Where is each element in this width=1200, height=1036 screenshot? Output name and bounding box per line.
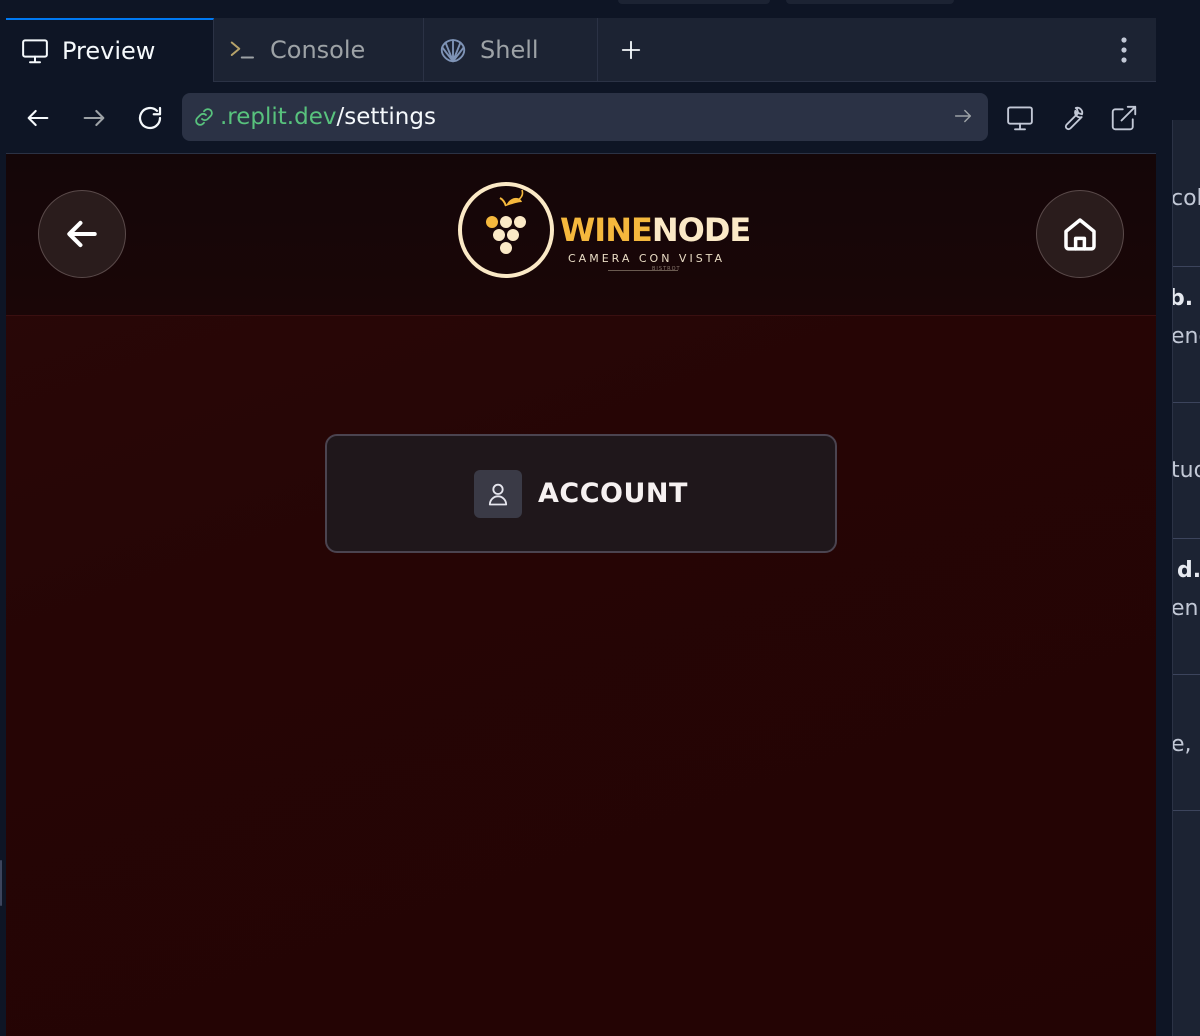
logo-wordmark: WINENODE — [560, 211, 751, 249]
resize-handle[interactable] — [0, 860, 2, 906]
side-panel: colo b. enc tud d. enu e, — [1172, 120, 1200, 1036]
kebab-menu-icon — [1121, 37, 1127, 63]
url-host: .replit.dev — [220, 104, 337, 130]
logo: WINENODE CAMERA CON VISTA BISTROT — [458, 182, 751, 282]
arrow-left-icon — [27, 109, 49, 127]
app-viewport: WINENODE CAMERA CON VISTA BISTROT ACCOUN… — [6, 154, 1156, 1036]
url-path: /settings — [336, 104, 436, 130]
account-label: ACCOUNT — [538, 478, 688, 509]
logo-tagline: BISTROT — [652, 266, 681, 272]
external-link-icon — [1111, 105, 1137, 131]
devtools-button[interactable] — [1050, 96, 1094, 140]
tab-preview[interactable]: Preview — [6, 18, 214, 82]
side-panel-text: colo — [1172, 186, 1200, 211]
reload-button[interactable] — [128, 96, 172, 140]
side-panel-text: b. — [1173, 286, 1194, 311]
side-panel-text: enu — [1172, 596, 1200, 621]
terminal-icon — [230, 41, 254, 59]
plus-icon — [621, 40, 641, 60]
tab-shell[interactable]: Shell — [424, 18, 598, 82]
grape-icon — [486, 189, 526, 254]
reload-icon — [138, 106, 162, 130]
pane-gap — [1156, 18, 1172, 1036]
shell-icon — [440, 39, 466, 63]
account-button[interactable]: ACCOUNT — [325, 434, 837, 553]
url-input[interactable]: .replit.dev/settings — [182, 93, 988, 141]
go-arrow-icon[interactable] — [952, 105, 974, 127]
top-strip-tab — [618, 0, 770, 4]
side-panel-text: enc — [1172, 324, 1200, 349]
preview-pane: Preview Console Shell .replit.dev/settin… — [6, 18, 1156, 1036]
arrow-left-icon — [67, 220, 97, 248]
arrow-right-icon — [83, 109, 105, 127]
side-panel-text: e, — [1172, 732, 1192, 757]
logo-emblem — [458, 182, 554, 278]
home-button[interactable] — [1036, 190, 1124, 278]
side-panel-text: tud — [1173, 458, 1200, 483]
logo-word-wine: WINE — [560, 211, 653, 249]
link-icon — [195, 108, 213, 126]
side-panel-text: d. — [1177, 558, 1200, 583]
tab-label: Preview — [62, 37, 156, 65]
side-panel-divider — [1173, 402, 1200, 403]
account-icon-box — [474, 469, 523, 518]
tab-console[interactable]: Console — [214, 18, 424, 82]
app-header: WINENODE CAMERA CON VISTA BISTROT — [6, 154, 1156, 316]
url-bar: .replit.dev/settings — [6, 82, 1156, 154]
side-panel-divider — [1173, 538, 1200, 539]
device-view-button[interactable] — [998, 96, 1042, 140]
add-tab-button[interactable] — [606, 32, 656, 68]
home-icon — [1064, 218, 1096, 251]
more-options-button[interactable] — [1106, 32, 1142, 68]
monitor-icon — [22, 39, 48, 64]
tab-label: Shell — [480, 36, 539, 64]
top-strip-tab — [786, 0, 954, 4]
side-panel-divider — [1173, 674, 1200, 675]
top-strip — [0, 0, 1200, 18]
forward-nav-button[interactable] — [72, 96, 116, 140]
logo-subtitle: CAMERA CON VISTA — [568, 252, 726, 265]
logo-word-node: NODE — [651, 211, 751, 249]
side-panel-divider — [1173, 810, 1200, 811]
wrench-icon — [1064, 106, 1084, 131]
back-button[interactable] — [38, 190, 126, 278]
side-panel-divider — [1173, 266, 1200, 267]
user-icon — [488, 483, 508, 505]
monitor-icon — [1007, 106, 1033, 131]
tab-bar: Preview Console Shell — [6, 18, 1156, 82]
tab-label: Console — [270, 36, 366, 64]
back-nav-button[interactable] — [16, 96, 60, 140]
open-new-tab-button[interactable] — [1102, 96, 1146, 140]
